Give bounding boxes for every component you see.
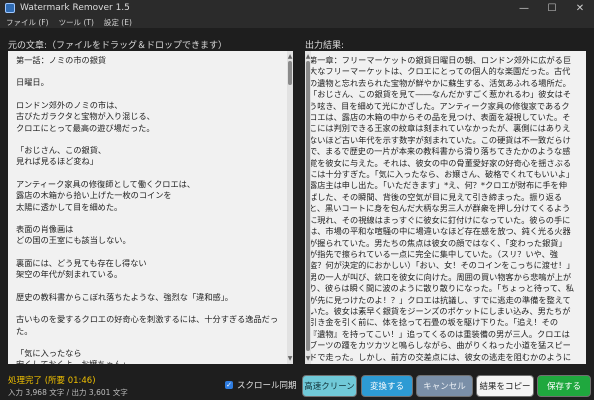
scroll-sync-toggle[interactable]: ✓ スクロール同期 bbox=[225, 379, 297, 391]
output-label: 出力結果: bbox=[305, 41, 345, 51]
minimize-icon[interactable]: — bbox=[510, 0, 538, 16]
menu-file[interactable]: ファイル (F) bbox=[6, 17, 49, 28]
menu-settings[interactable]: 設定 (E) bbox=[104, 17, 132, 28]
source-paragraph: 第一話：ノミの市の銀貨 bbox=[16, 55, 107, 65]
convert-button[interactable]: 変換する bbox=[361, 375, 413, 397]
menu-tools[interactable]: ツール (T) bbox=[59, 17, 94, 28]
output-textarea[interactable]: 第一章：フリーマーケットの銀貨日曜日の朝、ロンドン郊外に広がる巨大なフリーマーケ… bbox=[305, 51, 586, 364]
cancel-button[interactable]: キャンセル bbox=[416, 375, 473, 397]
source-paragraph: アンティーク家具の修復師として働くクロエは、 露店の木箱から拾い上げた一枚のコイ… bbox=[16, 178, 196, 212]
scroll-down-icon[interactable]: ▼ bbox=[305, 353, 311, 364]
source-paragraph: 裏面には、どう見ても存在し得ない 架空の年代が刻まれている。 bbox=[16, 257, 147, 280]
source-paragraph: ロンドン郊外のノミの市は、 古びたガラクタと宝物が入り混じる、 クロエにとって最… bbox=[16, 99, 155, 133]
source-paragraph: 「気に入ったなら 安くしておくよ、お嬢ちゃん」 bbox=[16, 347, 130, 364]
close-icon[interactable]: ✕ bbox=[566, 0, 594, 16]
title-bar: Watermark Remover 1.5 — ☐ ✕ bbox=[0, 0, 594, 16]
scroll-down-icon[interactable]: ▼ bbox=[287, 353, 293, 364]
source-paragraph: 「おじさん、この銀貨、 見れば見るほど変ね」 bbox=[16, 145, 107, 167]
source-scrollbar[interactable]: ▲ ▼ bbox=[287, 51, 293, 364]
source-paragraph: 古いものを愛するクロエの好奇心を刺激するには、十分すぎる逸品だった。 bbox=[16, 314, 279, 336]
maximize-icon[interactable]: ☐ bbox=[538, 0, 566, 16]
save-button[interactable]: 保存する bbox=[537, 375, 591, 397]
output-scroll-thumb[interactable] bbox=[306, 61, 310, 351]
output-text: 第一章：フリーマーケットの銀貨日曜日の朝、ロンドン郊外に広がる巨大なフリーマーケ… bbox=[309, 55, 574, 364]
source-label: 元の文章:（ファイルをドラッグ＆ドロップできます） bbox=[8, 41, 228, 51]
quick-clean-button[interactable]: 高速クリーン bbox=[302, 375, 357, 397]
menu-bar: ファイル (F) ツール (T) 設定 (E) bbox=[0, 16, 594, 28]
source-paragraph: 歴史の教科書からこぼれ落ちたような、強烈な「違和感」。 bbox=[16, 291, 233, 302]
window-title: Watermark Remover 1.5 bbox=[20, 3, 130, 13]
checkbox-icon[interactable]: ✓ bbox=[225, 381, 233, 389]
char-counts: 入力 3,968 文字 / 出力 3,601 文字 bbox=[8, 388, 128, 397]
source-paragraph: 日曜日。 bbox=[16, 77, 49, 88]
scroll-sync-label: スクロール同期 bbox=[237, 381, 297, 391]
source-textarea[interactable]: 第一話：ノミの市の銀貨 日曜日。 ロンドン郊外のノミの市は、 古びたガラクタと宝… bbox=[8, 51, 293, 364]
source-scroll-thumb[interactable] bbox=[288, 61, 292, 85]
output-scrollbar[interactable]: ▲ ▼ bbox=[305, 51, 311, 364]
app-icon bbox=[5, 3, 15, 13]
status-text: 処理完了 (所要 01:46) bbox=[8, 376, 96, 386]
source-paragraph: 表面の肖像画は どの国の王室にも該当しない。 bbox=[16, 224, 131, 246]
copy-result-button[interactable]: 結果をコピー bbox=[476, 375, 534, 397]
